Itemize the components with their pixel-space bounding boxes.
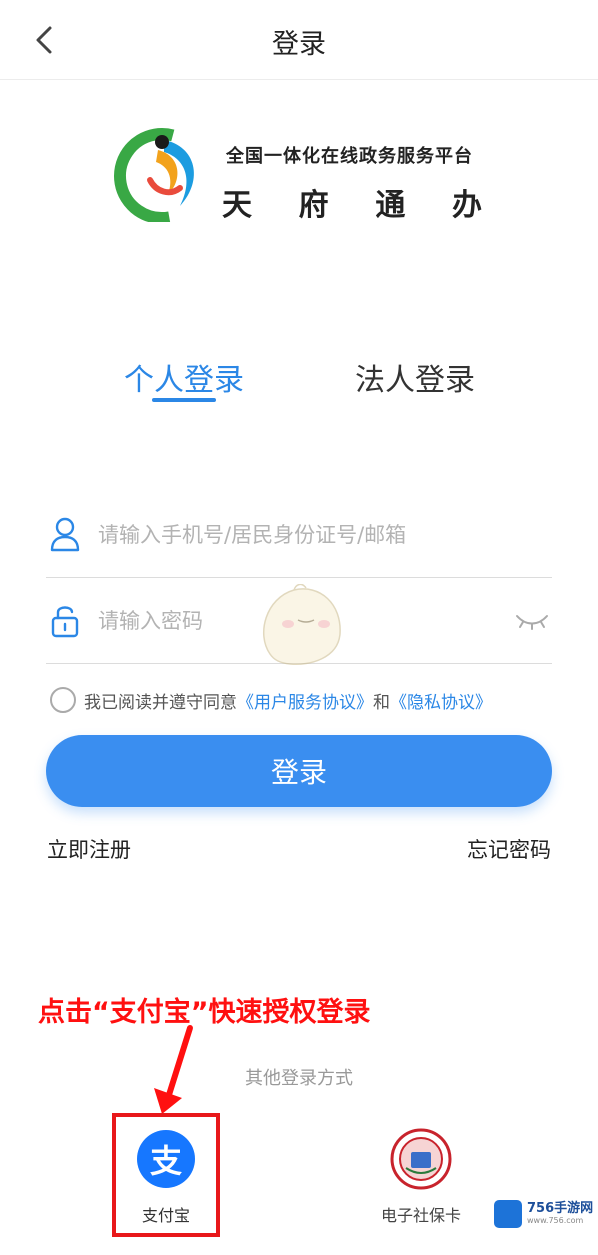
user-agreement-link[interactable]: 《用户服务协议》 [237,688,373,713]
forgot-password-link[interactable]: 忘记密码 [467,834,551,864]
watermark-mascot-icon [262,584,341,666]
site-watermark-name: 756手游网 [527,1201,594,1216]
site-watermark: 756手游网 www.756.com [494,1196,594,1232]
agreement-prefix: 我已阅读并遵守同意 [84,692,237,713]
brand-title-char: 天 [222,188,252,223]
brand-subtitle: 全国一体化在线政务服务平台 [226,146,473,167]
agreement-checkbox[interactable] [50,687,76,713]
brand-title-char: 府 [298,188,329,223]
social-security-card-label[interactable]: 电子社保卡 [370,1202,472,1226]
active-tab-indicator [152,398,216,402]
login-button[interactable]: 登录 [46,735,552,807]
page-title: 登录 [272,29,326,60]
brand-title-char: 办 [451,188,482,223]
tab-legal-login[interactable]: 法人登录 [355,355,475,399]
user-icon [50,517,80,552]
register-link[interactable]: 立即注册 [47,834,131,864]
site-watermark-url: www.756.com [527,1216,584,1225]
eye-closed-icon[interactable] [514,608,550,632]
brand-title: 天 府 通 办 [222,180,482,224]
alipay-icon[interactable]: 支 [137,1130,195,1188]
site-watermark-logo-icon [494,1200,522,1228]
agreement-conjunction: 和 [373,692,390,713]
tianfu-logo-icon [114,128,210,222]
account-input[interactable] [98,518,518,552]
alipay-login-label[interactable]: 支付宝 [112,1202,220,1226]
privacy-policy-link[interactable]: 《隐私协议》 [390,688,492,713]
tab-personal-login[interactable]: 个人登录 [124,355,244,399]
lock-icon [51,606,79,638]
account-field-row [46,492,552,578]
social-security-card-icon[interactable] [390,1128,452,1190]
brand-title-char: 通 [375,188,406,223]
header-bar: 登录 [0,0,598,80]
other-login-title: 其他登录方式 [245,1068,353,1089]
agreement-row: 我已阅读并遵守同意 《用户服务协议》 和 《隐私协议》 [50,684,570,716]
